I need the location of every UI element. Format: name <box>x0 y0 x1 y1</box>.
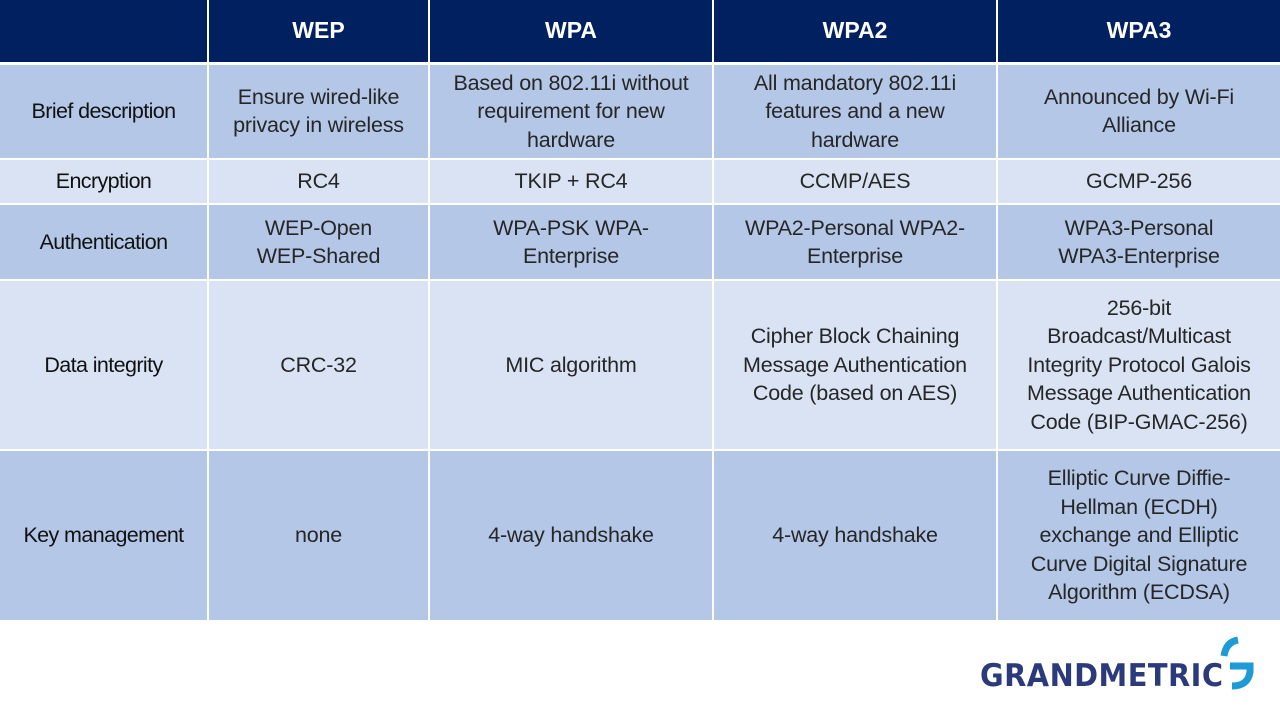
header-wpa: WPA <box>428 0 714 65</box>
table-row-authentication: Authentication WEP-Open WEP-Shared WPA-P… <box>0 203 1280 281</box>
cell-wpa: MIC algorithm <box>428 279 714 451</box>
cell-wpa3: GCMP-256 <box>996 158 1280 205</box>
cell-wep: RC4 <box>207 158 430 205</box>
header-corner <box>0 0 209 65</box>
cell-wpa3: WPA3-Personal WPA3-Enterprise <box>996 203 1280 281</box>
row-label: Authentication <box>0 203 209 281</box>
row-label: Key management <box>0 449 209 620</box>
table-row-key-management: Key management none 4-way handshake 4-wa… <box>0 449 1280 620</box>
cell-wpa2: Cipher Block Chaining Message Authentica… <box>712 279 998 451</box>
table-row-data-integrity: Data integrity CRC-32 MIC algorithm Ciph… <box>0 279 1280 451</box>
cell-wpa: TKIP + RC4 <box>428 158 714 205</box>
row-label: Data integrity <box>0 279 209 451</box>
grandmetric-logo: GRANDMETRIC <box>978 636 1268 696</box>
security-comparison-table: WEP WPA WPA2 WPA3 Brief description Ensu… <box>0 0 1280 620</box>
cell-wpa3: 256-bit Broadcast/Multicast Integrity Pr… <box>996 279 1280 451</box>
cell-wep: Ensure wired-like privacy in wireless <box>207 62 430 160</box>
cell-wpa2: 4-way handshake <box>712 449 998 620</box>
row-label: Encryption <box>0 158 209 205</box>
row-label: Brief description <box>0 62 209 160</box>
header-wpa3: WPA3 <box>996 0 1280 65</box>
cell-wep: CRC-32 <box>207 279 430 451</box>
cell-wpa3: Announced by Wi-Fi Alliance <box>996 62 1280 160</box>
header-wpa2: WPA2 <box>712 0 998 65</box>
cell-wpa: 4-way handshake <box>428 449 714 620</box>
cell-wep: none <box>207 449 430 620</box>
cell-wpa2: CCMP/AES <box>712 158 998 205</box>
grandmetric-g-mark-icon <box>1220 636 1254 690</box>
header-wep: WEP <box>207 0 430 65</box>
cell-wpa: WPA-PSK WPA-Enterprise <box>428 203 714 281</box>
cell-wpa3: Elliptic Curve Diffie-Hellman (ECDH) exc… <box>996 449 1280 620</box>
table-header-row: WEP WPA WPA2 WPA3 <box>0 0 1280 65</box>
table-row-encryption: Encryption RC4 TKIP + RC4 CCMP/AES GCMP-… <box>0 158 1280 205</box>
table-row-brief-description: Brief description Ensure wired-like priv… <box>0 62 1280 160</box>
cell-wep: WEP-Open WEP-Shared <box>207 203 430 281</box>
cell-wpa: Based on 802.11i without requirement for… <box>428 62 714 160</box>
cell-wpa2: WPA2-Personal WPA2-Enterprise <box>712 203 998 281</box>
cell-wpa2: All mandatory 802.11i features and a new… <box>712 62 998 160</box>
logo-text: GRANDMETRIC <box>980 658 1224 694</box>
